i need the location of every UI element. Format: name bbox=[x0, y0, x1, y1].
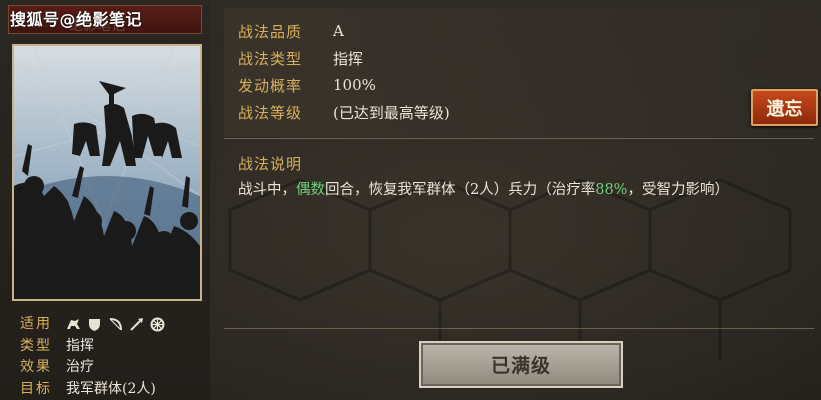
desc-part2: 回合，恢复我军群体（2人）兵力（治疗率 bbox=[325, 182, 596, 198]
attr-applicable-label: 适用 bbox=[20, 316, 52, 332]
attr-type-row: 类型 指挥 bbox=[20, 336, 165, 358]
quality-row: 战法品质 A bbox=[238, 18, 344, 44]
card-attributes: 适用 类型 指挥 效果 治疗 目标 我军群体(2人) bbox=[20, 314, 165, 400]
desc-part1: 战斗中， bbox=[238, 182, 296, 198]
attr-effect-value: 治疗 bbox=[66, 359, 94, 375]
skill-card-art bbox=[12, 44, 202, 301]
forget-button[interactable]: 遗忘 bbox=[751, 89, 818, 126]
attr-effect-row: 效果 治疗 bbox=[20, 357, 165, 379]
spear-icon bbox=[129, 317, 144, 332]
attr-type-value: 指挥 bbox=[66, 337, 94, 354]
troop-type-icons bbox=[66, 317, 165, 332]
description-title: 战法说明 bbox=[238, 155, 303, 173]
chance-row: 发动概率 100% bbox=[238, 72, 376, 98]
chance-label: 发动概率 bbox=[238, 76, 303, 95]
cavalry-icon bbox=[66, 317, 81, 332]
attr-target-row: 目标 我军群体(2人) bbox=[20, 379, 165, 400]
wheel-icon bbox=[150, 317, 165, 332]
attr-target-value: 我军群体(2人) bbox=[66, 380, 156, 397]
skill-card-panel: 绝影笔记 搜狐号@绝影笔记 适用 类型 指挥 效果 治疗 目标 我军群体(2人) bbox=[0, 0, 210, 400]
level-row: 战法等级 (已达到最高等级) bbox=[238, 99, 450, 125]
level-label: 战法等级 bbox=[238, 103, 303, 122]
type-row: 战法类型 指挥 bbox=[238, 45, 363, 71]
level-value: (已达到最高等级) bbox=[333, 103, 450, 122]
attr-applicable-row: 适用 bbox=[20, 314, 165, 336]
type-label: 战法类型 bbox=[238, 49, 303, 68]
bow-icon bbox=[108, 317, 123, 332]
attr-target-label: 目标 bbox=[20, 380, 52, 397]
shield-icon bbox=[87, 317, 102, 332]
watermark-text: 搜狐号@绝影笔记 bbox=[10, 10, 143, 29]
desc-highlight-even: 偶数 bbox=[296, 182, 325, 198]
attr-effect-label: 效果 bbox=[20, 359, 52, 375]
divider-bottom bbox=[224, 328, 814, 329]
chance-value: 100% bbox=[333, 76, 376, 94]
type-value: 指挥 bbox=[333, 49, 364, 68]
desc-highlight-rate: 88% bbox=[595, 182, 628, 198]
quality-value: A bbox=[333, 22, 344, 40]
attr-type-label: 类型 bbox=[20, 337, 52, 354]
divider-top bbox=[224, 138, 814, 139]
description-text: 战斗中，偶数回合，恢复我军群体（2人）兵力（治疗率88%，受智力影响） bbox=[238, 178, 729, 199]
quality-label: 战法品质 bbox=[238, 22, 303, 41]
maxed-level-button[interactable]: 已满级 bbox=[419, 341, 623, 388]
desc-part3: ，受智力影响） bbox=[627, 182, 729, 198]
